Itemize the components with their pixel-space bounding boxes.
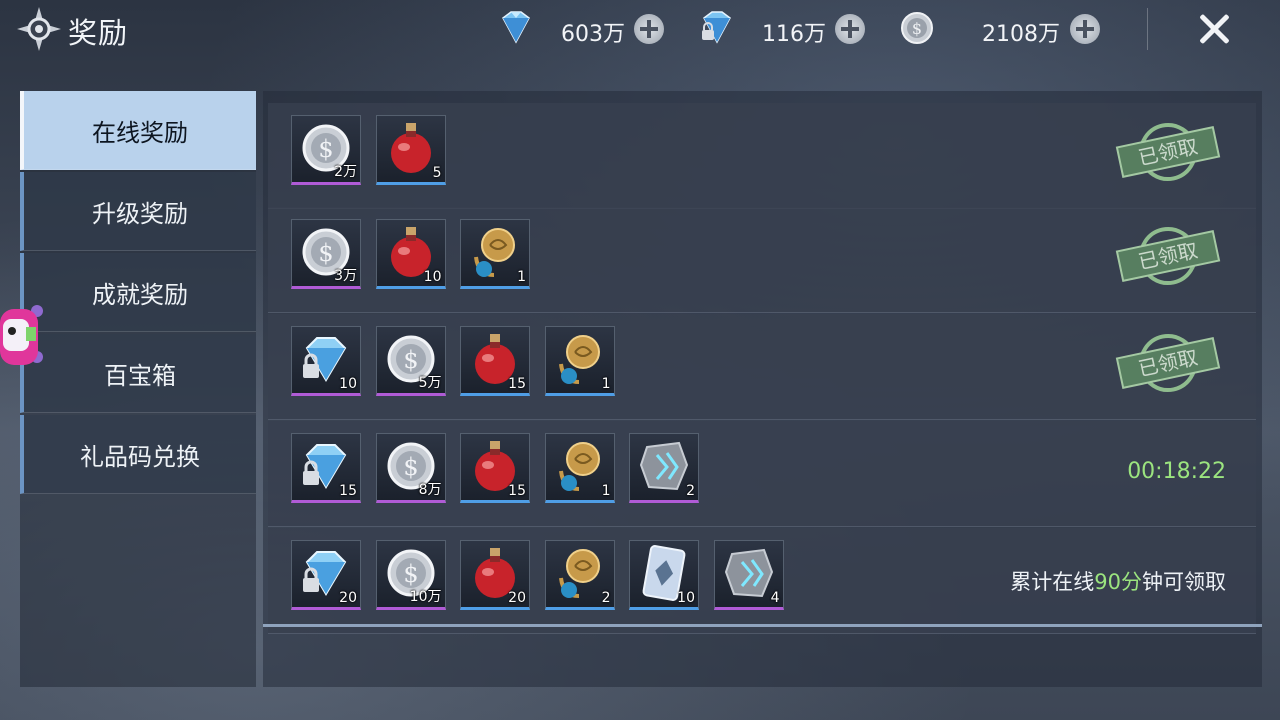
reward-item-silver-coin[interactable]: $10万 <box>375 540 446 610</box>
ring-icon <box>558 442 600 491</box>
silver-coin-icon: $ <box>901 12 933 44</box>
locked-diamond-value: 116万 <box>762 22 826 47</box>
reward-item-stone[interactable]: 4 <box>713 540 784 610</box>
reward-row: 20 $10万 20 2 10 4 累计在线90分钟可领取 <box>268 528 1256 634</box>
reward-item-red-potion[interactable]: 15 <box>460 326 530 396</box>
diamond-icon <box>502 11 530 44</box>
item-quantity: 2 <box>686 483 695 499</box>
reward-item-ring[interactable]: 1 <box>460 219 530 289</box>
item-quantity: 1 <box>601 376 611 392</box>
reward-list: $2万 5 已领取 $3万 10 1 已领取 10 $5万 15 1 已领取 15 $8万 15 1 2 00:1… <box>268 103 1256 634</box>
silver-value: 2108万 <box>982 22 1060 47</box>
add-silver-button[interactable] <box>1070 14 1100 44</box>
claimed-stamp-icon: 已领取 <box>1115 227 1221 285</box>
item-quantity: 1 <box>601 483 611 499</box>
tab-gift-code[interactable]: 礼品码兑换 <box>20 415 256 494</box>
item-quantity: 8万 <box>418 482 442 498</box>
red-potion-icon <box>390 123 431 173</box>
add-locked-diamond-button[interactable] <box>835 14 865 44</box>
reward-row: $2万 5 已领取 <box>268 103 1256 209</box>
silver-resource: $ 2108万 <box>898 10 1103 47</box>
reward-item-ring[interactable]: 2 <box>544 540 615 610</box>
reward-item-silver-coin[interactable]: $5万 <box>375 326 446 396</box>
page-title: 奖励 <box>68 16 129 50</box>
stone-icon <box>724 548 773 598</box>
diamond-resource: 603万 <box>497 10 667 47</box>
claimed-stamp: 已领取 <box>1113 328 1223 398</box>
item-quantity: 20 <box>339 590 357 606</box>
item-quantity: 2 <box>601 590 611 606</box>
reward-item-ring[interactable]: 1 <box>544 326 615 396</box>
item-quantity: 5 <box>432 165 442 181</box>
reward-panel: $2万 5 已领取 $3万 10 1 已领取 10 $5万 15 1 已领取 15 $8万 15 1 2 00:1… <box>263 91 1262 687</box>
reward-item-locked-diamond[interactable]: 20 <box>291 540 361 610</box>
svg-text:$: $ <box>403 346 418 374</box>
list-bottom-border <box>263 624 1262 627</box>
reward-row: 10 $5万 15 1 已领取 <box>268 314 1256 420</box>
item-quantity: 3万 <box>334 268 357 284</box>
svg-text:$: $ <box>318 135 333 163</box>
reward-item-silver-coin[interactable]: $8万 <box>375 433 446 503</box>
hint-highlight: 90分 <box>1094 570 1142 594</box>
item-quantity: 15 <box>508 376 526 392</box>
tab-achievement-reward[interactable]: 成就奖励 <box>20 253 256 332</box>
reward-item-red-potion[interactable]: 20 <box>460 540 530 610</box>
close-button[interactable] <box>1193 8 1235 50</box>
item-quantity: 4 <box>770 590 780 606</box>
item-quantity: 10 <box>423 269 442 285</box>
reward-item-silver-coin[interactable]: $2万 <box>291 115 361 185</box>
svg-text:$: $ <box>912 19 922 38</box>
svg-text:$: $ <box>318 239 333 267</box>
svg-text:$: $ <box>403 560 418 588</box>
item-quantity: 10 <box>677 590 695 606</box>
add-diamond-button[interactable] <box>634 14 664 44</box>
ring-icon <box>558 335 600 384</box>
locked-diamond-icon <box>702 11 731 44</box>
reward-item-red-potion[interactable]: 5 <box>375 115 446 185</box>
claimed-stamp-icon: 已领取 <box>1115 123 1221 181</box>
claimed-stamp-icon: 已领取 <box>1115 334 1221 392</box>
item-quantity: 15 <box>339 483 357 499</box>
tab-levelup-reward[interactable]: 升级奖励 <box>20 172 256 251</box>
svg-text:$: $ <box>403 453 418 481</box>
reward-item-locked-diamond[interactable]: 10 <box>291 326 361 396</box>
reward-item-stone[interactable]: 2 <box>629 433 699 503</box>
reward-item-silver-coin[interactable]: $3万 <box>291 219 361 289</box>
hint-suffix: 钟可领取 <box>1142 570 1226 594</box>
diamond-value: 603万 <box>561 22 625 47</box>
reward-item-red-potion[interactable]: 10 <box>375 219 446 289</box>
ring-icon <box>474 228 515 277</box>
item-quantity: 1 <box>517 269 526 285</box>
item-quantity: 2万 <box>334 164 357 180</box>
item-quantity: 15 <box>508 483 526 499</box>
tab-online-reward[interactable]: 在线奖励 <box>20 91 256 170</box>
reward-row: $3万 10 1 已领取 <box>268 207 1256 313</box>
reward-item-red-potion[interactable]: 15 <box>460 433 530 503</box>
claim-condition-text: 累计在线90分钟可领取 <box>1010 566 1226 596</box>
top-bar: 奖励 603万 116万 $ 2108万 <box>0 0 1280 57</box>
header-divider <box>1147 8 1148 50</box>
countdown-timer: 00:18:22 <box>1127 459 1226 484</box>
compass-icon <box>17 7 61 51</box>
reward-item-locked-diamond[interactable]: 15 <box>291 433 361 503</box>
item-quantity: 10 <box>339 376 357 392</box>
reward-item-card[interactable]: 10 <box>629 540 699 610</box>
item-quantity: 20 <box>508 590 526 606</box>
tab-treasure-box[interactable]: 百宝箱 <box>20 334 256 413</box>
locked-diamond-resource: 116万 <box>698 10 868 47</box>
claimed-stamp: 已领取 <box>1113 117 1223 187</box>
floating-mascot-icon[interactable] <box>0 305 44 367</box>
item-quantity: 10万 <box>409 589 442 605</box>
stone-icon <box>639 441 689 491</box>
item-quantity: 5万 <box>418 375 442 391</box>
claimed-stamp: 已领取 <box>1113 221 1223 291</box>
reward-row: 15 $8万 15 1 2 00:18:22 <box>268 421 1256 527</box>
hint-prefix: 累计在线 <box>1010 570 1095 594</box>
ring-icon <box>558 549 600 598</box>
reward-item-ring[interactable]: 1 <box>544 433 615 503</box>
sidebar: 在线奖励 升级奖励 成就奖励 百宝箱 礼品码兑换 <box>20 91 256 687</box>
